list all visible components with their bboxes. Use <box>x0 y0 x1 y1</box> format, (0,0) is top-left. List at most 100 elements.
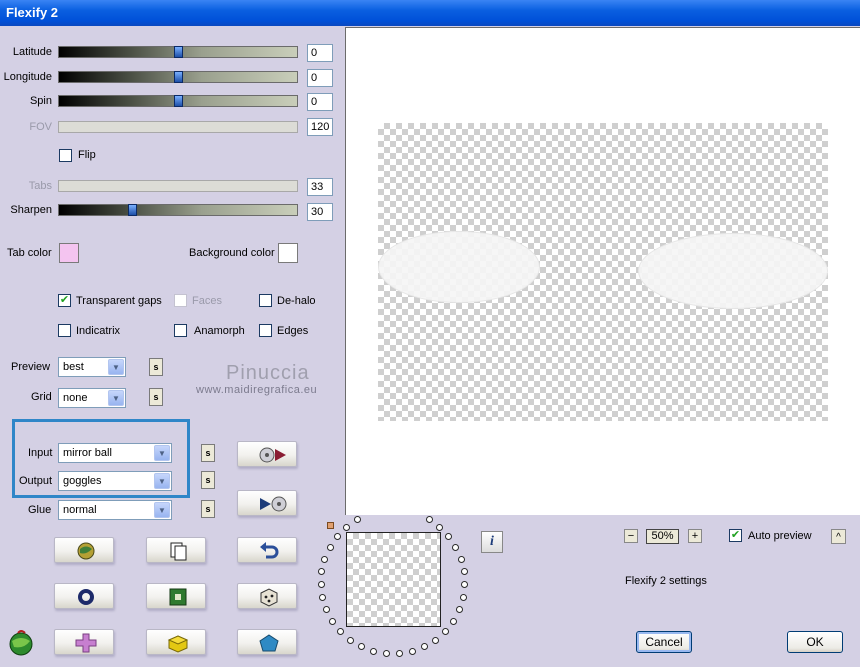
dial-dot[interactable] <box>319 594 326 601</box>
glue-select[interactable]: normal ▼ <box>58 500 172 520</box>
transparent-gaps-label: Transparent gaps <box>76 295 162 307</box>
chevron-down-icon[interactable]: ▼ <box>154 473 170 489</box>
chevron-down-icon[interactable]: ▼ <box>154 502 170 518</box>
sharpen-slider[interactable] <box>58 204 298 216</box>
ring-icon <box>78 589 94 605</box>
window-title-bar[interactable]: Flexify 2 <box>0 0 860 26</box>
input-thumbnail[interactable] <box>346 532 441 627</box>
faces-label: Faces <box>192 295 222 307</box>
dial-dot[interactable] <box>421 643 428 650</box>
randomize-texture-button[interactable] <box>54 537 114 563</box>
dial-dot[interactable] <box>334 533 341 540</box>
input-s-button[interactable]: s <box>201 444 215 462</box>
cross-shape-button[interactable] <box>54 629 114 655</box>
dial-dot[interactable] <box>318 581 325 588</box>
dial-dot[interactable] <box>445 533 452 540</box>
zoom-out-button[interactable]: − <box>624 529 638 543</box>
de-halo-checkbox[interactable] <box>259 294 272 307</box>
anamorph-checkbox[interactable] <box>174 324 187 337</box>
dial-dot[interactable] <box>383 650 390 657</box>
dial-dot[interactable] <box>442 628 449 635</box>
output-s-button[interactable]: s <box>201 471 215 489</box>
play-input-button[interactable] <box>237 441 297 467</box>
grid-select[interactable]: none ▼ <box>58 388 126 408</box>
auto-preview-checkbox[interactable]: ✔ <box>729 529 742 542</box>
pentagon-button[interactable] <box>237 629 297 655</box>
dial-dot[interactable] <box>432 637 439 644</box>
cancel-button[interactable]: Cancel <box>636 631 692 653</box>
input-select[interactable]: mirror ball ▼ <box>58 443 172 463</box>
sharpen-slider-thumb[interactable] <box>128 204 137 216</box>
cube-icon <box>167 635 189 653</box>
dial-dot[interactable] <box>354 516 361 523</box>
dial-dot[interactable] <box>337 628 344 635</box>
output-select[interactable]: goggles ▼ <box>58 471 172 491</box>
dial-dot[interactable] <box>321 556 328 563</box>
edges-checkbox[interactable] <box>259 324 272 337</box>
play-output-button[interactable] <box>237 490 297 516</box>
pentagon-icon <box>259 634 279 652</box>
background-color-swatch[interactable] <box>278 243 298 263</box>
ring-button[interactable] <box>54 583 114 609</box>
dial-dot[interactable] <box>461 568 468 575</box>
spin-slider[interactable] <box>58 95 298 107</box>
dial-dot[interactable] <box>426 516 433 523</box>
cube-button[interactable] <box>146 629 206 655</box>
info-button[interactable]: i <box>481 531 503 553</box>
dial-dot[interactable] <box>452 544 459 551</box>
preview-select[interactable]: best ▼ <box>58 357 126 377</box>
dial-dot[interactable] <box>461 581 468 588</box>
left-goggle-lens <box>378 231 540 303</box>
longitude-value-field[interactable]: 0 <box>307 69 333 87</box>
dial-dot[interactable] <box>318 568 325 575</box>
dial-dot[interactable] <box>358 643 365 650</box>
latitude-value-field[interactable]: 0 <box>307 44 333 62</box>
dial-dot[interactable] <box>436 524 443 531</box>
output-select-value: goggles <box>63 475 102 487</box>
sharpen-value-field[interactable]: 30 <box>307 203 333 221</box>
dial-dot[interactable] <box>370 648 377 655</box>
dial-dot[interactable] <box>460 594 467 601</box>
plus-icon: + <box>691 530 699 542</box>
square-frame-button[interactable] <box>146 583 206 609</box>
tab-color-swatch[interactable] <box>59 243 79 263</box>
fov-slider <box>58 121 298 133</box>
ok-button[interactable]: OK <box>787 631 843 653</box>
chevron-down-icon[interactable]: ▼ <box>108 390 124 406</box>
dial-dot[interactable] <box>409 648 416 655</box>
dial-dot[interactable] <box>327 544 334 551</box>
latitude-slider-thumb[interactable] <box>174 46 183 58</box>
copy-button[interactable] <box>146 537 206 563</box>
chevron-down-icon[interactable]: ▼ <box>154 445 170 461</box>
fov-value-field: 120 <box>307 118 333 136</box>
indicatrix-checkbox[interactable] <box>58 324 71 337</box>
dial-dot[interactable] <box>456 606 463 613</box>
glue-s-button[interactable]: s <box>201 500 215 518</box>
grid-s-button[interactable]: s <box>149 388 163 406</box>
dial-dot[interactable] <box>343 524 350 531</box>
dial-handle[interactable] <box>327 522 334 529</box>
spin-slider-thumb[interactable] <box>174 95 183 107</box>
caret-up-icon: ^ <box>836 532 841 543</box>
chevron-down-icon[interactable]: ▼ <box>108 359 124 375</box>
latitude-slider[interactable] <box>58 46 298 58</box>
spin-value-field[interactable]: 0 <box>307 93 333 111</box>
collapse-button[interactable]: ^ <box>831 529 846 544</box>
transparent-gaps-checkbox[interactable]: ✔ <box>58 294 71 307</box>
flip-label: Flip <box>78 149 96 161</box>
flexify-globe-icon <box>6 627 36 660</box>
dial-dot[interactable] <box>458 556 465 563</box>
dial-dot[interactable] <box>396 650 403 657</box>
longitude-slider-thumb[interactable] <box>174 71 183 83</box>
longitude-slider[interactable] <box>58 71 298 83</box>
preview-s-button[interactable]: s <box>149 358 163 376</box>
flip-checkbox[interactable] <box>59 149 72 162</box>
preview-canvas[interactable] <box>345 27 860 515</box>
dial-dot[interactable] <box>450 618 457 625</box>
undo-button[interactable] <box>237 537 297 563</box>
random-dice-button[interactable] <box>237 583 297 609</box>
dial-dot[interactable] <box>347 637 354 644</box>
dial-dot[interactable] <box>329 618 336 625</box>
zoom-in-button[interactable]: + <box>688 529 702 543</box>
dial-dot[interactable] <box>323 606 330 613</box>
